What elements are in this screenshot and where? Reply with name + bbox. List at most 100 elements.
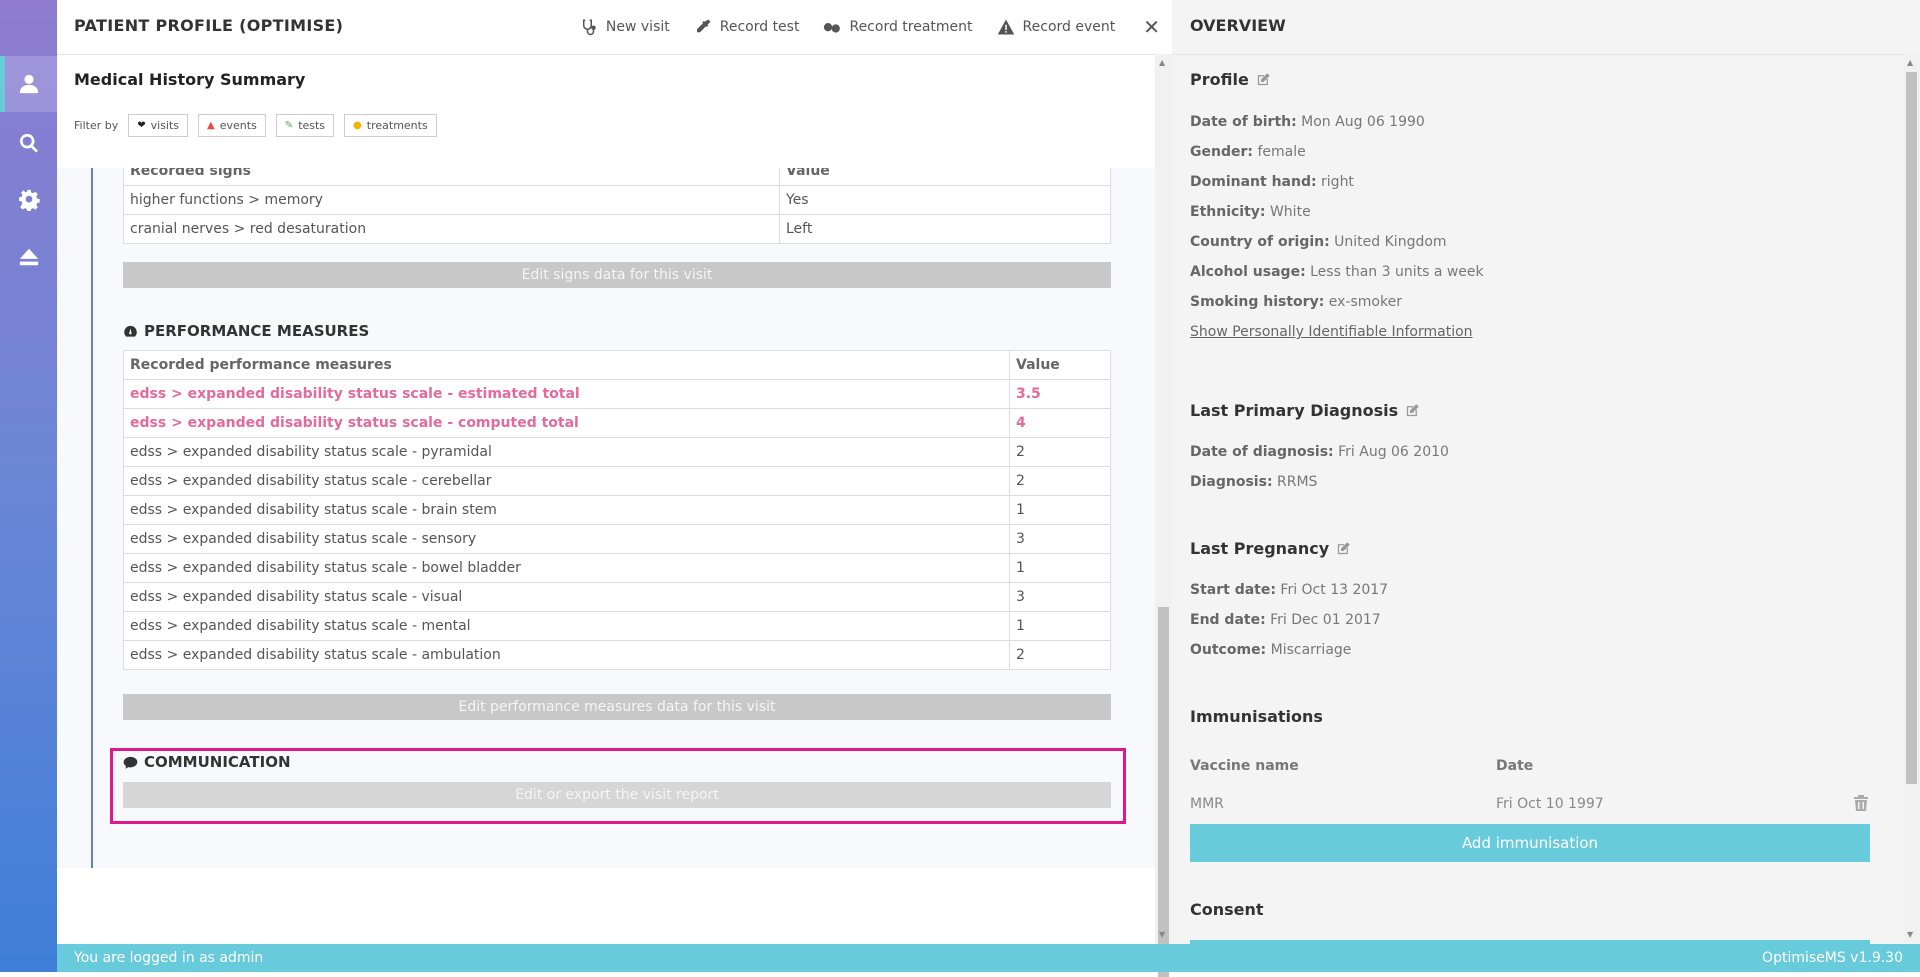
filter-events-chip[interactable]: ▲ events [198,114,266,137]
table-cell: 1 [1009,553,1111,583]
add-immunisation-button[interactable]: Add immunisation [1190,824,1870,862]
pills-icon: ● [353,120,362,131]
table-header-row: Recorded signs Value [123,168,1111,186]
table-row: edss > expanded disability status scale … [123,640,1111,670]
record-treatment-button[interactable]: Record treatment [823,18,973,36]
trash-icon[interactable] [1854,795,1868,811]
profile-title: Profile [1190,70,1249,89]
field-value: Fri Dec 01 2017 [1270,612,1381,628]
close-icon[interactable]: ✕ [1143,15,1160,39]
field-label: Start date: [1190,582,1276,598]
table-row: edss > expanded disability status scale … [123,582,1111,612]
field-value: Fri Oct 13 2017 [1280,582,1389,598]
stethoscope-icon [582,19,596,36]
main-scrollbar[interactable]: ▲ ▼ [1155,54,1172,977]
scroll-down-arrow[interactable]: ▼ [1159,930,1165,939]
comment-icon [123,756,138,769]
page-title: PATIENT PROFILE (OPTIMISE) [74,16,344,35]
profile-dominant-hand: Dominant hand: right [1190,174,1354,190]
overview-scrollbar[interactable]: ▲ ▼ [1903,54,1920,944]
field-label: Ethnicity: [1190,204,1266,220]
edit-icon[interactable] [1336,541,1351,556]
profile-dob: Date of birth: Mon Aug 06 1990 [1190,114,1425,130]
vaccine-date-cell: Fri Oct 10 1997 [1496,796,1604,812]
diagnosis-section-title: Last Primary Diagnosis [1190,401,1420,420]
history-scroll-area[interactable]: Recorded signs Value higher functions > … [57,168,1155,868]
record-test-button[interactable]: Record test [694,18,800,36]
record-treatment-label: Record treatment [849,19,973,35]
table-row: edss > expanded disability status scale … [123,379,1111,409]
app-version: OptimiseMS v1.9.30 [1762,950,1903,966]
profile-gender: Gender: female [1190,144,1306,160]
dashboard-icon [124,325,137,337]
field-label: End date: [1190,612,1266,628]
profile-ethnicity: Ethnicity: White [1190,204,1311,220]
logged-in-status: You are logged in as admin [74,950,264,966]
overview-header: OVERVIEW [1172,0,1920,55]
table-cell: 3 [1009,582,1111,612]
field-value: female [1257,144,1306,160]
new-visit-button[interactable]: New visit [580,18,670,36]
table-cell: higher functions > memory [123,185,780,215]
new-visit-label: New visit [605,19,670,35]
table-row: edss > expanded disability status scale … [123,466,1111,496]
table-cell: edss > expanded disability status scale … [123,466,1010,496]
field-value: ex-smoker [1328,294,1402,310]
field-value: RRMS [1277,474,1318,490]
table-cell: 4 [1009,408,1111,438]
record-event-label: Record event [1022,19,1116,35]
performance-section-title: PERFORMANCE MEASURES [123,322,369,340]
overview-panel: OVERVIEW Profile Date of birth: Mon Aug … [1172,0,1920,944]
edit-icon[interactable] [1405,403,1420,418]
heart-icon: ❤ [137,120,146,131]
show-pii-link[interactable]: Show Personally Identifiable Information [1190,324,1473,340]
table-header-cell: Recorded performance measures [123,350,1010,380]
filter-tests-label: tests [298,119,326,132]
field-label: Dominant hand: [1190,174,1317,190]
table-row: cranial nerves > red desaturation Left [123,214,1111,244]
table-header-cell: Value [1009,350,1111,380]
scroll-thumb[interactable] [1158,607,1169,977]
edit-icon[interactable] [1256,72,1271,87]
table-cell: 1 [1009,495,1111,525]
performance-table: Recorded performance measures Value edss… [123,350,1111,670]
scroll-up-arrow[interactable]: ▲ [1159,58,1165,67]
sidebar-logout-button[interactable] [0,229,57,285]
sidebar-settings-button[interactable] [0,172,57,228]
medical-history-title: Medical History Summary [74,70,306,89]
edit-signs-button[interactable]: Edit signs data for this visit [123,262,1111,288]
table-cell: edss > expanded disability status scale … [123,495,1010,525]
field-label: Date of birth: [1190,114,1297,130]
scroll-down-arrow[interactable]: ▼ [1907,930,1913,939]
panel-header: PATIENT PROFILE (OPTIMISE) New visit Rec… [57,0,1172,55]
filter-label: Filter by [74,119,119,132]
filter-treatments-chip[interactable]: ● treatments [344,114,437,137]
table-cell: 3 [1009,524,1111,554]
table-cell: 2 [1009,640,1111,670]
edit-performance-button[interactable]: Edit performance measures data for this … [123,694,1111,720]
table-row: edss > expanded disability status scale … [123,408,1111,438]
sidebar-profile-button[interactable] [0,56,57,112]
sidebar-search-button[interactable] [0,115,57,171]
record-test-label: Record test [719,19,800,35]
filter-visits-chip[interactable]: ❤ visits [128,114,189,137]
table-cell: Yes [779,185,1111,215]
table-cell: edss > expanded disability status scale … [123,553,1010,583]
edit-export-report-button[interactable]: Edit or export the visit report [123,782,1111,808]
communication-title: COMMUNICATION [144,753,291,771]
filter-tests-chip[interactable]: ✎ tests [275,114,335,137]
field-value: right [1321,174,1354,190]
search-icon [19,133,38,153]
record-event-button[interactable]: Record event [997,18,1116,36]
pregnancy-section-title: Last Pregnancy [1190,539,1351,558]
diagnosis-title: Last Primary Diagnosis [1190,401,1399,420]
profile-smoking: Smoking history: ex-smoker [1190,294,1402,310]
table-cell: edss > expanded disability status scale … [123,640,1010,670]
header-actions: New visit Record test Record treatment R… [580,0,1160,54]
diagnosis-date: Date of diagnosis: Fri Aug 06 2010 [1190,444,1449,460]
timeline-line [91,168,93,868]
scroll-up-arrow[interactable]: ▲ [1907,58,1913,67]
performance-title: PERFORMANCE MEASURES [144,322,370,340]
scroll-thumb[interactable] [1906,72,1917,784]
field-label: Gender: [1190,144,1253,160]
